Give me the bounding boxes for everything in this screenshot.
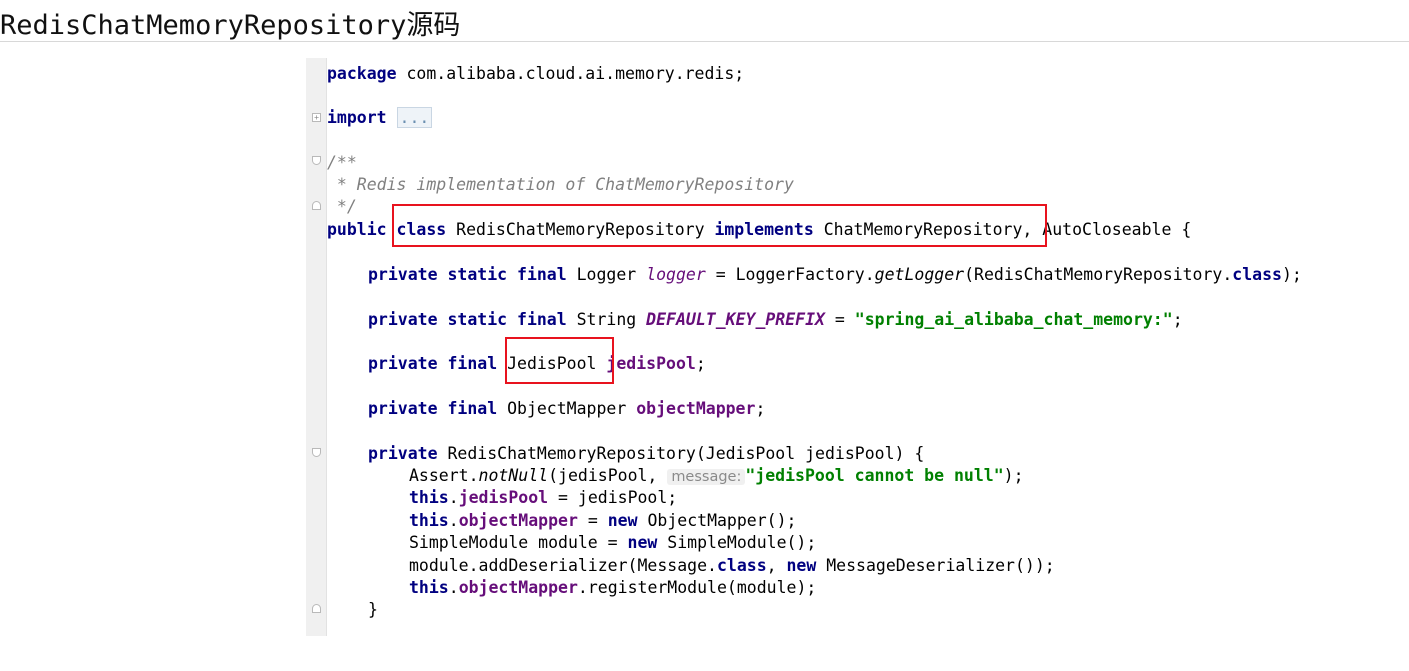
code-line-class-declaration: public class RedisChatMemoryRepository i… [327, 220, 1192, 239]
code-line-constructor: private RedisChatMemoryRepository(JedisP… [368, 444, 925, 463]
code-line-assign-mapper: this.objectMapper = new ObjectMapper(); [409, 511, 797, 530]
code-line-key-prefix: private static final String DEFAULT_KEY_… [368, 310, 1183, 329]
fold-end-icon [312, 201, 321, 210]
fold-collapse-icon [312, 156, 321, 165]
comment-line: /** [327, 153, 357, 172]
fold-collapse-icon [312, 448, 321, 457]
code-line-logger: private static final Logger logger = Log… [368, 265, 1302, 284]
code-line-register-module: this.objectMapper.registerModule(module)… [409, 578, 817, 597]
code-line-package: package com.alibaba.cloud.ai.memory.redi… [327, 64, 745, 83]
heading-divider [0, 41, 1409, 42]
fold-expand-icon: + [312, 113, 321, 122]
code-editor-screenshot: + package com.alibaba.cloud.ai.memory.re… [306, 58, 1409, 636]
comment-line: * Redis implementation of ChatMemoryRepo… [327, 175, 794, 194]
code-line-add-deserializer: module.addDeserializer(Message.class, ne… [409, 556, 1055, 575]
code-area: package com.alibaba.cloud.ai.memory.redi… [327, 58, 1409, 636]
code-line-closing-brace: } [368, 600, 378, 619]
parameter-hint: message: [667, 469, 746, 485]
folded-imports[interactable]: ... [396, 107, 433, 128]
comment-line: */ [327, 197, 357, 216]
article-heading: RedisChatMemoryRepository源码 [0, 10, 461, 41]
code-line-module: SimpleModule module = new SimpleModule()… [409, 533, 817, 552]
code-line-assign-pool: this.jedisPool = jedisPool; [409, 488, 678, 507]
code-line-object-mapper-field: private final ObjectMapper objectMapper; [368, 399, 766, 418]
editor-gutter: + [306, 58, 327, 636]
code-line-assert: Assert.notNull(jedisPool, message: "jedis… [409, 466, 1024, 485]
code-line-jedis-pool-field: private final JedisPool jedisPool; [368, 354, 706, 373]
fold-end-icon [312, 604, 321, 613]
code-line-import: import ... [327, 107, 433, 129]
